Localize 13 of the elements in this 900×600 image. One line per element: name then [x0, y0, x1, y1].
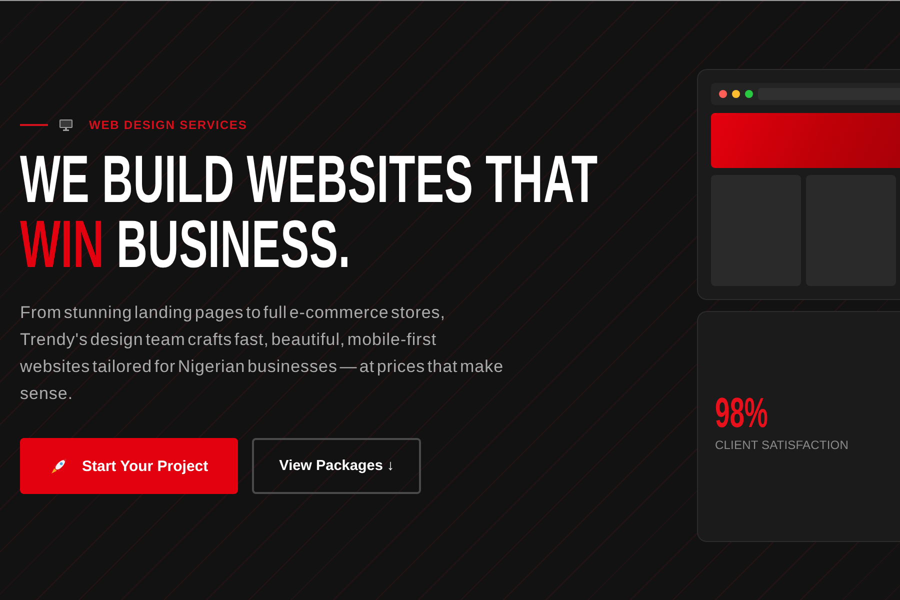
- stat-value: 98%: [715, 392, 768, 434]
- hero-description: From stunning landing pages to full e-commerce stores, Trendy's design team crafts fast, beautiful, mobile-first websites tailored for Nigerian businesses — at prices that make sense.: [20, 302, 505, 405]
- hero-heading: WE BUILD WEBSITES THAT WIN BUSINESS.: [20, 147, 598, 277]
- window-control-dot-icon: [745, 90, 753, 98]
- window-control-dot-icon: [732, 90, 740, 98]
- monitor-icon: [59, 119, 73, 131]
- accent-line: [20, 124, 48, 126]
- start-project-button[interactable]: Start Your Project: [20, 438, 238, 494]
- window-control-dot-icon: [719, 90, 727, 98]
- rocket-icon: [51, 458, 67, 474]
- stat-label: CLIENT SATISFACTION: [715, 438, 848, 452]
- eyebrow-label: WEB DESIGN SERVICES: [89, 117, 248, 133]
- view-packages-button[interactable]: View Packages ↓: [252, 438, 422, 494]
